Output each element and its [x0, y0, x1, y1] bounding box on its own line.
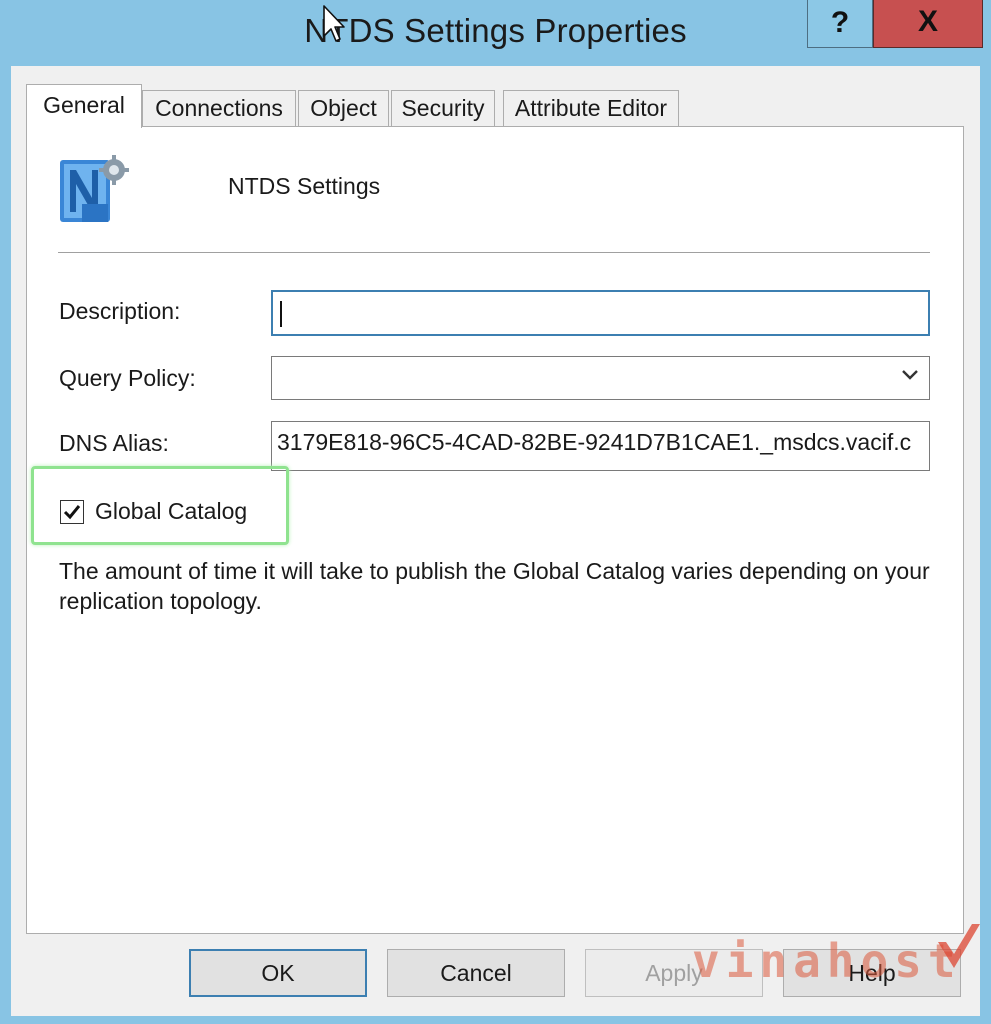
dns-alias-label: DNS Alias: [59, 430, 169, 456]
properties-dialog: NTDS Settings Properties ? X General Con… [0, 0, 991, 1024]
dns-alias-value: 3179E818-96C5-4CAD-82BE-9241D7B1CAE1._ms… [277, 429, 912, 455]
chevron-down-icon [902, 370, 918, 380]
watermark-text: vinahost [692, 934, 962, 988]
description-input[interactable] [271, 290, 930, 336]
separator [58, 252, 930, 254]
query-policy-label: Query Policy: [59, 365, 196, 391]
tab-general[interactable]: General [26, 84, 142, 128]
tab-attribute-editor[interactable]: Attribute Editor [503, 90, 679, 126]
cancel-button[interactable]: Cancel [387, 949, 565, 997]
global-catalog-checkbox[interactable] [60, 500, 84, 524]
global-catalog-label[interactable]: Global Catalog [95, 498, 247, 525]
checkmark-icon [63, 505, 81, 520]
query-policy-select[interactable] [271, 356, 930, 400]
ntds-settings-icon [60, 155, 129, 222]
tab-connections[interactable]: Connections [142, 90, 296, 126]
close-button[interactable]: X [873, 0, 983, 48]
description-label: Description: [59, 298, 181, 324]
ok-button[interactable]: OK [189, 949, 367, 997]
dns-alias-field[interactable]: 3179E818-96C5-4CAD-82BE-9241D7B1CAE1._ms… [271, 421, 930, 471]
info-text: The amount of time it will take to publi… [59, 558, 930, 614]
mouse-cursor-icon [323, 5, 345, 42]
text-caret [280, 301, 282, 327]
help-title-button[interactable]: ? [807, 0, 873, 48]
watermark-check-icon [938, 924, 980, 968]
tab-security[interactable]: Security [391, 90, 495, 126]
object-name: NTDS Settings [228, 173, 381, 199]
tab-object[interactable]: Object [298, 90, 389, 126]
title-bar[interactable]: NTDS Settings Properties ? X [0, 0, 991, 66]
